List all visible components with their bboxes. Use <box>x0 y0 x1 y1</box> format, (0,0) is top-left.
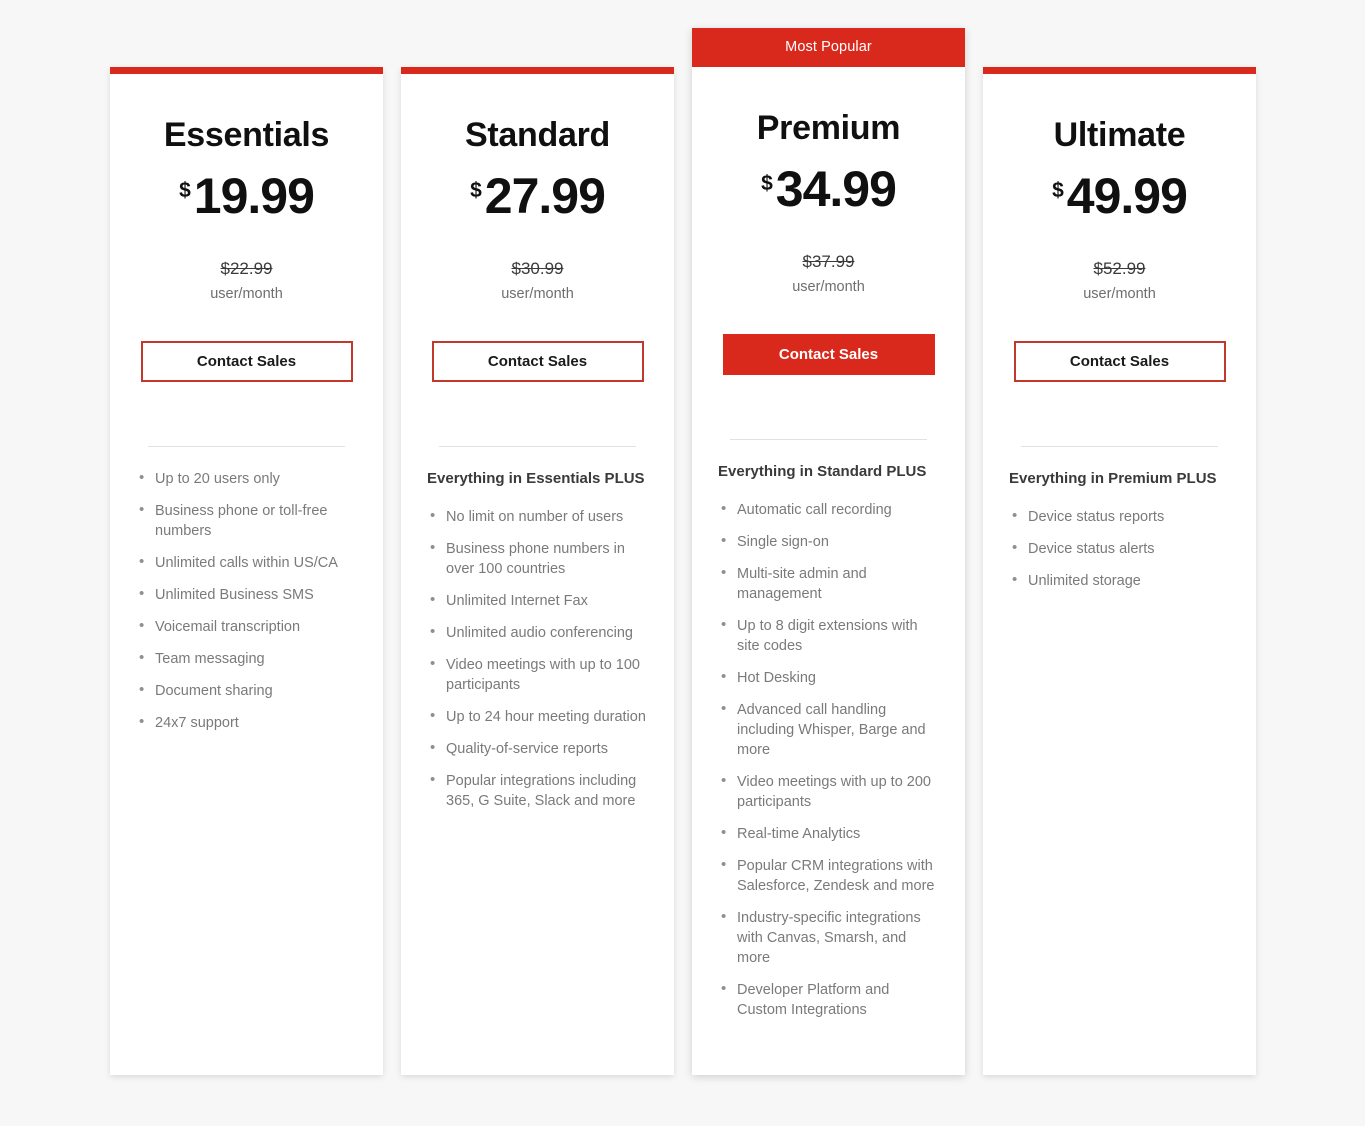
feature-item: Quality-of-service reports <box>427 738 648 759</box>
feature-list-heading: Everything in Essentials PLUS <box>427 470 645 487</box>
price-period: user/month <box>792 279 865 295</box>
feature-item: Popular CRM integrations with Salesforce… <box>718 855 939 896</box>
plan-name: Essentials <box>163 116 330 154</box>
feature-list: Automatic call recording Single sign-on Mu… <box>718 499 939 1020</box>
contact-sales-button[interactable]: Contact Sales <box>140 341 353 382</box>
card-accent-bar <box>110 67 383 74</box>
feature-item: Hot Desking <box>718 667 939 688</box>
feature-item: Industry-specific integrations with Canv… <box>718 907 939 968</box>
contact-sales-button[interactable]: Contact Sales <box>722 334 935 375</box>
card-body: Standard $27.99 $30.99 user/month Contact Sa… <box>401 74 674 1075</box>
feature-item: Unlimited calls within US/CA <box>136 552 357 573</box>
feature-list-section: Up to 20 users only Business phone or tol… <box>136 468 357 745</box>
currency-symbol: $ <box>761 172 773 195</box>
plan-name: Premium <box>756 109 901 147</box>
feature-item: Unlimited audio conferencing <box>427 622 648 643</box>
feature-item: Popular integrations including 365, G Su… <box>427 770 648 811</box>
currency-symbol: $ <box>1052 179 1064 202</box>
feature-list: Device status reports Device status alert… <box>1009 506 1230 591</box>
price-period: user/month <box>210 286 283 302</box>
pricing-card-essentials: Essentials $19.99 $22.99 user/month Contact … <box>110 67 383 1075</box>
feature-item: Video meetings with up to 100 participan… <box>427 654 648 695</box>
card-accent-bar <box>401 67 674 74</box>
feature-list-section: Everything in Standard PLUS Automatic cal… <box>718 462 939 1032</box>
card-divider <box>439 446 636 447</box>
feature-list-section: Everything in Essentials PLUS No limit on… <box>427 469 648 823</box>
feature-item: 24x7 support <box>136 712 357 733</box>
feature-item: Device status reports <box>1009 506 1230 527</box>
feature-item: Automatic call recording <box>718 499 939 520</box>
feature-item: Unlimited storage <box>1009 570 1230 591</box>
pricing-card-standard: Standard $27.99 $30.99 user/month Contact Sa… <box>401 67 674 1075</box>
feature-item: Up to 24 hour meeting duration <box>427 706 648 727</box>
card-body: Ultimate $49.99 $52.99 user/month Contact Sa… <box>983 74 1256 1075</box>
feature-item: Advanced call handling including Whisper… <box>718 699 939 760</box>
feature-item: Business phone numbers in over 100 count… <box>427 538 648 579</box>
plan-name: Ultimate <box>1053 116 1186 154</box>
currency-symbol: $ <box>179 179 191 202</box>
plan-price: $49.99 <box>1052 168 1188 231</box>
card-body: Premium $34.99 $37.99 user/month Contact Sal… <box>692 67 965 1075</box>
contact-sales-button[interactable]: Contact Sales <box>1013 341 1226 382</box>
feature-item: Multi-site admin and management <box>718 563 939 604</box>
feature-item: Up to 20 users only <box>136 468 357 489</box>
plan-price: $19.99 <box>179 168 315 231</box>
card-divider <box>730 439 927 440</box>
feature-item: Team messaging <box>136 648 357 669</box>
feature-list-section: Everything in Premium PLUS Device status … <box>1009 469 1230 603</box>
feature-item: Unlimited Internet Fax <box>427 590 648 611</box>
pricing-page: Essentials $19.99 $22.99 user/month Contact … <box>0 0 1365 1126</box>
card-accent-bar <box>983 67 1256 74</box>
feature-list: No limit on number of users Business phon… <box>427 506 648 811</box>
feature-list-heading: Everything in Standard PLUS <box>718 463 927 480</box>
original-price: $30.99 <box>511 259 564 278</box>
plan-name: Standard <box>465 116 610 154</box>
pricing-card-premium: Most Popular Premium $34.99 $37.99 user/mont… <box>692 28 965 1075</box>
plan-price: $27.99 <box>470 168 606 231</box>
price-period: user/month <box>1083 286 1156 302</box>
price-amount: 27.99 <box>484 168 606 224</box>
feature-item: Single sign-on <box>718 531 939 552</box>
card-body: Essentials $19.99 $22.99 user/month Contact … <box>110 74 383 1075</box>
feature-item: Device status alerts <box>1009 538 1230 559</box>
price-period: user/month <box>501 286 574 302</box>
original-price: $22.99 <box>220 259 273 278</box>
price-amount: 19.99 <box>193 168 315 224</box>
pricing-card-ultimate: Ultimate $49.99 $52.99 user/month Contact Sa… <box>983 67 1256 1075</box>
original-price: $37.99 <box>802 252 855 271</box>
card-divider <box>148 446 345 447</box>
original-price: $52.99 <box>1093 259 1146 278</box>
feature-item: Developer Platform and Custom Integratio… <box>718 979 939 1020</box>
feature-list: Up to 20 users only Business phone or tol… <box>136 468 357 733</box>
feature-item: Unlimited Business SMS <box>136 584 357 605</box>
feature-item: Video meetings with up to 200 participan… <box>718 771 939 812</box>
feature-item: Real-time Analytics <box>718 823 939 844</box>
contact-sales-button[interactable]: Contact Sales <box>431 341 644 382</box>
price-amount: 34.99 <box>775 161 897 217</box>
feature-item: Business phone or toll-free numbers <box>136 500 357 541</box>
feature-item: Up to 8 digit extensions with site codes <box>718 615 939 656</box>
feature-list-heading: Everything in Premium PLUS <box>1009 470 1217 487</box>
feature-item: Voicemail transcription <box>136 616 357 637</box>
currency-symbol: $ <box>470 179 482 202</box>
feature-item: Document sharing <box>136 680 357 701</box>
most-popular-badge: Most Popular <box>692 28 965 67</box>
pricing-card-grid: Essentials $19.99 $22.99 user/month Contact … <box>110 0 1256 1126</box>
plan-price: $34.99 <box>761 161 897 224</box>
feature-item: No limit on number of users <box>427 506 648 527</box>
card-divider <box>1021 446 1218 447</box>
price-amount: 49.99 <box>1066 168 1188 224</box>
